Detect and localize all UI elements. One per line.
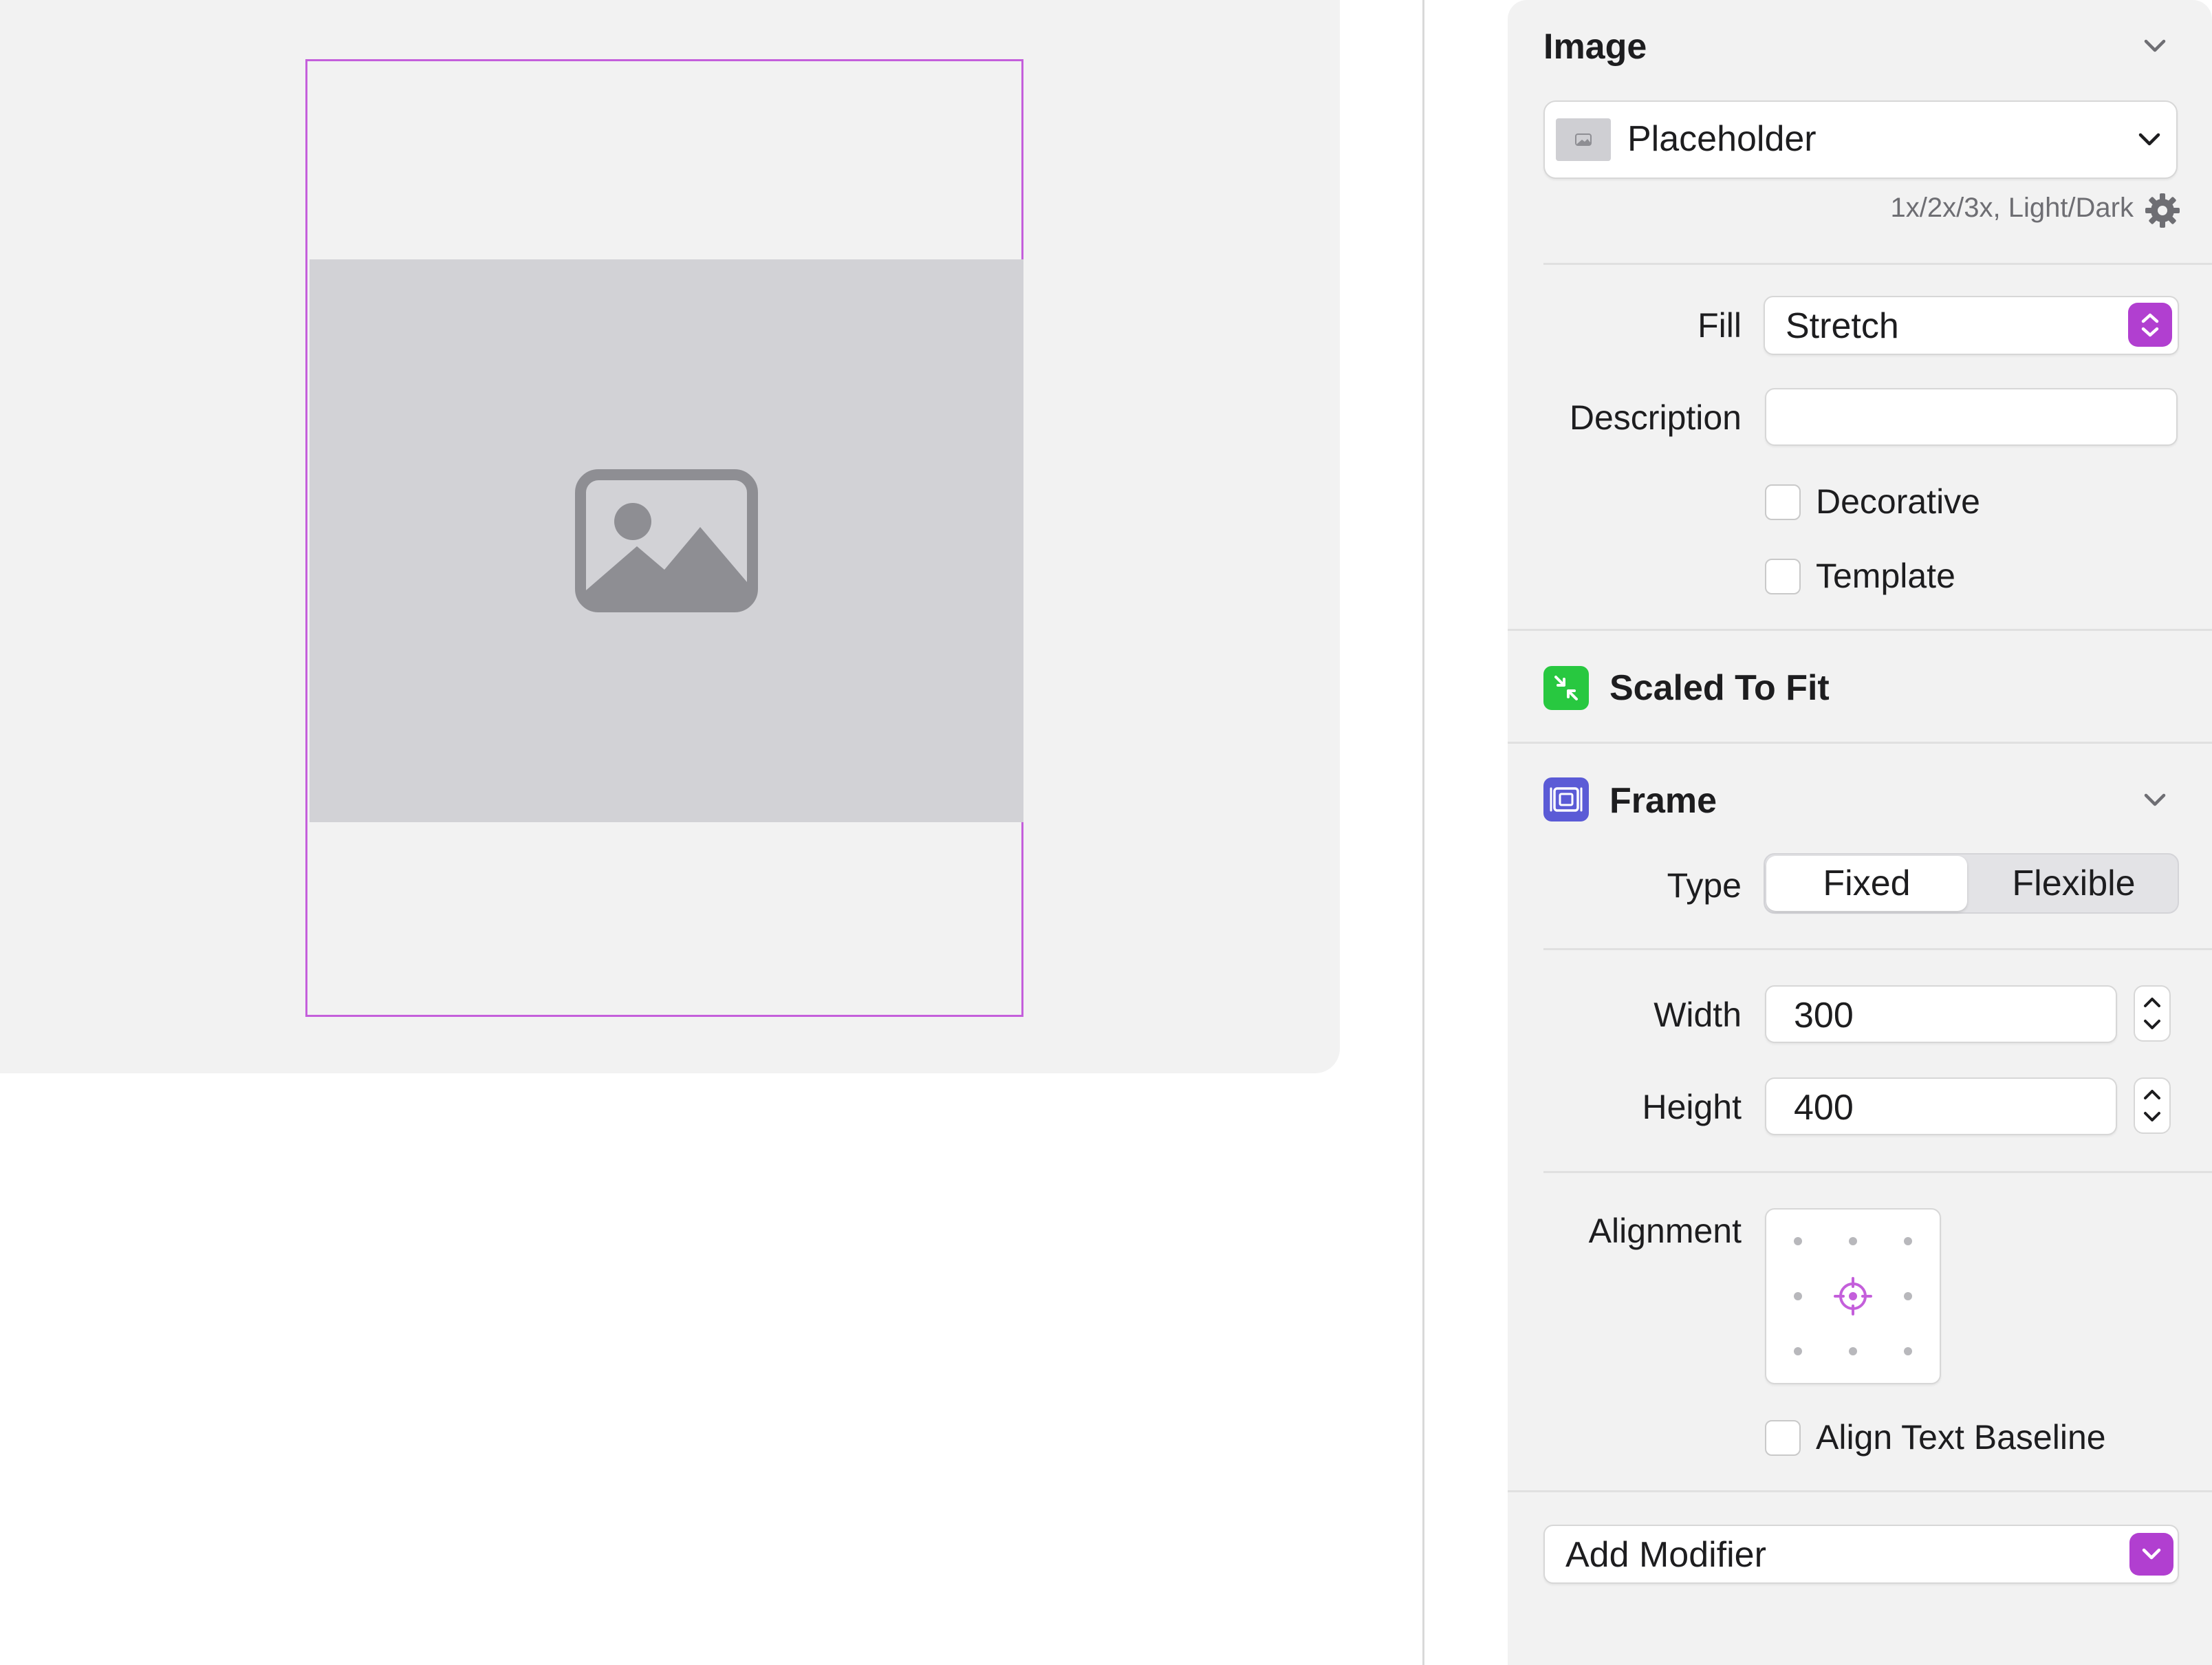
stepper-arrows-icon xyxy=(2144,1090,2160,1121)
alignment-label: Alignment xyxy=(1588,1212,1742,1250)
fill-popup[interactable]: Stretch xyxy=(1764,296,2179,355)
photo-placeholder-icon xyxy=(575,469,758,612)
separator xyxy=(1508,629,2212,631)
pane-divider[interactable] xyxy=(1422,0,1424,1665)
width-value: 300 xyxy=(1794,996,1854,1035)
add-modifier-arrow xyxy=(2129,1533,2173,1576)
height-label: Height xyxy=(1642,1088,1742,1126)
fill-value: Stretch xyxy=(1786,306,1899,346)
chevron-up-down-icon xyxy=(2141,313,2159,337)
image-thumbnail xyxy=(1556,118,1611,161)
width-label: Width xyxy=(1653,996,1742,1034)
selected-frame-outline[interactable] xyxy=(305,59,1023,1017)
image-variants-label: 1x/2x/3x, Light/Dark xyxy=(1890,193,2134,223)
segment-fixed[interactable]: Fixed xyxy=(1766,856,1967,911)
template-label: Template xyxy=(1816,557,1955,595)
segment-flexible-label: Flexible xyxy=(2012,863,2136,903)
add-modifier-label: Add Modifier xyxy=(1565,1535,1766,1575)
gear-icon[interactable] xyxy=(2143,191,2182,230)
inspector-panel: Image Placeholder 1x/2x/3x, Light/Dark F… xyxy=(1508,0,2212,1665)
description-field[interactable] xyxy=(1765,388,2178,446)
height-field[interactable]: 400 xyxy=(1765,1077,2117,1135)
align-text-baseline-label: Align Text Baseline xyxy=(1816,1418,2106,1457)
height-value: 400 xyxy=(1794,1088,1854,1128)
frame-badge xyxy=(1543,777,1589,821)
chevron-down-icon xyxy=(2142,1548,2161,1560)
width-stepper[interactable] xyxy=(2134,985,2171,1042)
fill-popup-arrows xyxy=(2128,303,2172,347)
scaled-to-fit-title[interactable]: Scaled To Fit xyxy=(1609,667,1830,709)
decorative-label: Decorative xyxy=(1816,482,1980,521)
separator xyxy=(1543,948,2212,950)
frame-section-title: Frame xyxy=(1609,781,1717,821)
preview-canvas xyxy=(0,0,1340,1073)
separator xyxy=(1508,742,2212,744)
fill-label: Fill xyxy=(1698,306,1742,345)
width-field[interactable]: 300 xyxy=(1765,985,2117,1043)
chevron-down-icon[interactable] xyxy=(2140,786,2169,815)
alignment-grid[interactable] xyxy=(1765,1208,1941,1384)
separator xyxy=(1508,1490,2212,1492)
template-checkbox[interactable] xyxy=(1765,559,1801,594)
image-source-popup[interactable]: Placeholder xyxy=(1543,100,2178,179)
crosshair-icon[interactable] xyxy=(1834,1277,1872,1315)
chevron-down-icon[interactable] xyxy=(2140,32,2169,61)
separator xyxy=(1543,1171,2212,1173)
stepper-arrows-icon xyxy=(2144,998,2160,1029)
image-source-label: Placeholder xyxy=(1627,119,1817,159)
chevron-down-icon xyxy=(2138,133,2160,146)
align-text-baseline-checkbox[interactable] xyxy=(1765,1420,1801,1456)
arrows-inward-icon xyxy=(1554,676,1578,700)
segment-flexible[interactable]: Flexible xyxy=(1971,856,2176,911)
decorative-checkbox[interactable] xyxy=(1765,484,1801,520)
image-placeholder[interactable] xyxy=(310,259,1023,822)
segment-fixed-label: Fixed xyxy=(1823,863,1911,903)
photo-thumbnail-icon xyxy=(1575,133,1592,146)
description-label: Description xyxy=(1569,398,1742,437)
height-stepper[interactable] xyxy=(2134,1077,2171,1134)
image-section-title: Image xyxy=(1543,27,1647,67)
frame-icon xyxy=(1550,787,1583,812)
scaled-to-fit-badge xyxy=(1543,666,1589,710)
add-modifier-popup[interactable]: Add Modifier xyxy=(1543,1525,2179,1584)
separator xyxy=(1543,263,2212,265)
frame-type-label: Type xyxy=(1667,866,1742,905)
frame-type-segmented: Fixed Flexible xyxy=(1764,853,2179,914)
